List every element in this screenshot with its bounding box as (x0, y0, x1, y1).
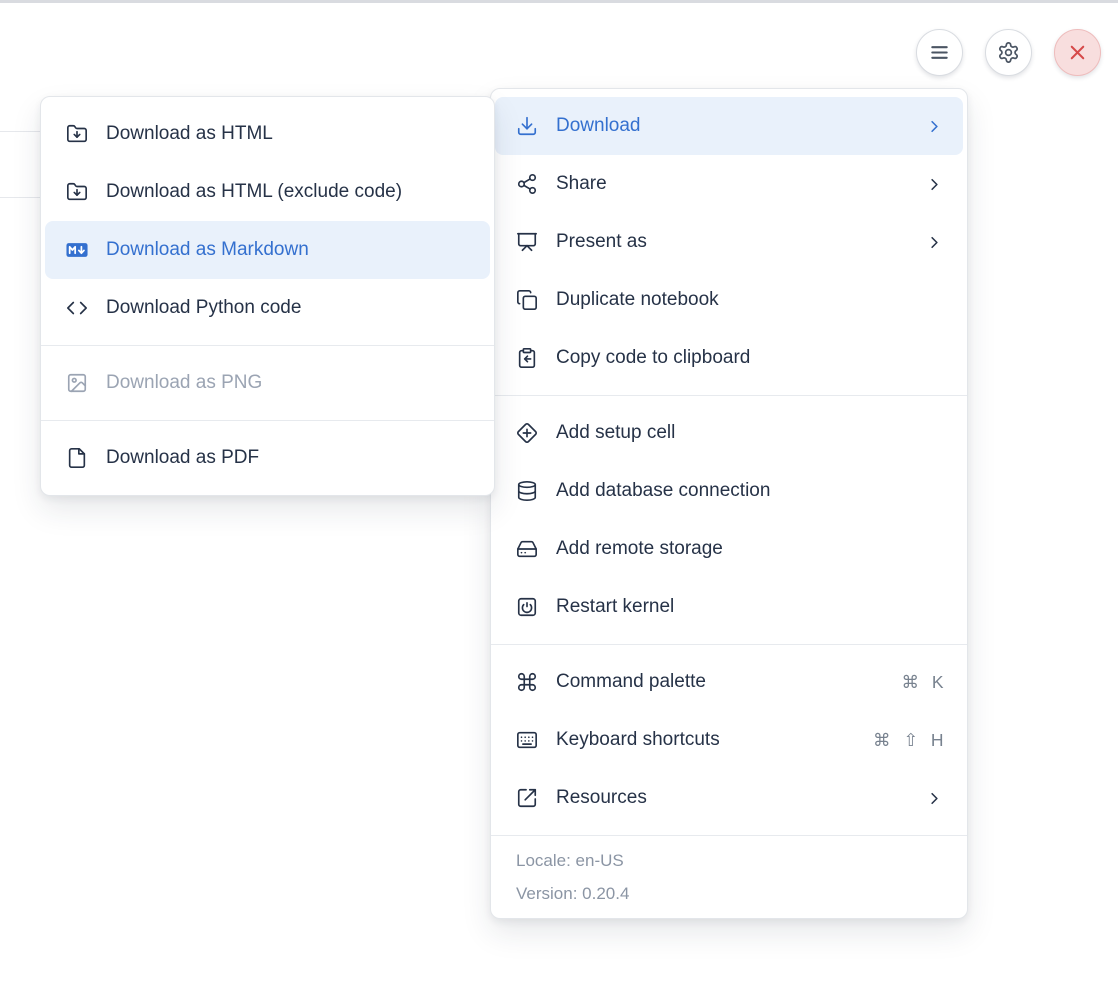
hard-drive-icon (516, 538, 538, 560)
background-cell-border (0, 197, 44, 198)
menu-item-label: Download as PDF (106, 447, 471, 469)
menu-item-present-as[interactable]: Present as (495, 213, 963, 271)
menu-divider (491, 644, 967, 645)
menu-item-copy-code-to-clipboard[interactable]: Copy code to clipboard (495, 329, 963, 387)
presentation-icon (516, 231, 538, 253)
folder-down-icon (66, 123, 88, 145)
command-icon (516, 671, 538, 693)
menu-item-download[interactable]: Download (495, 97, 963, 155)
menu-item-add-remote-storage[interactable]: Add remote storage (495, 520, 963, 578)
share-icon (516, 173, 538, 195)
gear-icon (997, 41, 1020, 64)
menu-divider (41, 345, 494, 346)
menu-item-label: Copy code to clipboard (556, 347, 944, 369)
hamburger-icon (928, 41, 951, 64)
menu-item-label: Add setup cell (556, 422, 944, 444)
shortcut-hint: ⌘ K (901, 672, 944, 693)
menu-item-label: Share (556, 173, 907, 195)
download-icon (516, 115, 538, 137)
chevron-right-icon (925, 117, 944, 136)
folder-down-icon (66, 181, 88, 203)
locale-text: Locale: en-US (516, 844, 942, 877)
menu-item-label: Resources (556, 787, 907, 809)
menu-item-label: Download as HTML (exclude code) (106, 181, 471, 203)
clipboard-copy-icon (516, 347, 538, 369)
menu-item-label: Add remote storage (556, 538, 944, 560)
menu-item-label: Restart kernel (556, 596, 944, 618)
notebook-toolbar (916, 29, 1101, 76)
window-top-border (0, 0, 1118, 3)
menu-item-download-as-pdf[interactable]: Download as PDF (45, 429, 490, 487)
shutdown-button[interactable] (1054, 29, 1101, 76)
menu-item-resources[interactable]: Resources (495, 769, 963, 827)
chevron-right-icon (925, 233, 944, 252)
background-cell-border (0, 131, 44, 132)
menu-item-label: Duplicate notebook (556, 289, 944, 311)
chevron-right-icon (925, 175, 944, 194)
menu-item-keyboard-shortcuts[interactable]: Keyboard shortcuts ⌘ ⇧ H (495, 711, 963, 769)
power-icon (516, 596, 538, 618)
menu-item-label: Download (556, 115, 907, 137)
menu-divider (41, 420, 494, 421)
menu-item-label: Download as HTML (106, 123, 471, 145)
menu-item-download-as-html-exclude-code[interactable]: Download as HTML (exclude code) (45, 163, 490, 221)
menu-item-add-database-connection[interactable]: Add database connection (495, 462, 963, 520)
menu-item-download-as-html[interactable]: Download as HTML (45, 105, 490, 163)
menu-item-duplicate-notebook[interactable]: Duplicate notebook (495, 271, 963, 329)
markdown-icon (66, 239, 88, 261)
menu-item-download-as-png: Download as PNG (45, 354, 490, 412)
menu-item-add-setup-cell[interactable]: Add setup cell (495, 404, 963, 462)
menu-item-download-as-markdown[interactable]: Download as Markdown (45, 221, 490, 279)
menu-item-share[interactable]: Share (495, 155, 963, 213)
menu-item-restart-kernel[interactable]: Restart kernel (495, 578, 963, 636)
menu-item-label: Download as PNG (106, 372, 471, 394)
menu-item-label: Present as (556, 231, 907, 253)
menu-item-command-palette[interactable]: Command palette ⌘ K (495, 653, 963, 711)
menu-footer: Locale: en-USVersion: 0.20.4 (491, 835, 967, 910)
diamond-plus-icon (516, 422, 538, 444)
close-icon (1066, 41, 1089, 64)
menu-item-download-python-code[interactable]: Download Python code (45, 279, 490, 337)
menu-item-label: Keyboard shortcuts (556, 729, 855, 751)
file-icon (66, 447, 88, 469)
settings-button[interactable] (985, 29, 1032, 76)
shortcut-hint: ⌘ ⇧ H (873, 730, 944, 751)
chevron-right-icon (925, 789, 944, 808)
image-icon (66, 372, 88, 394)
code-icon (66, 297, 88, 319)
version-text: Version: 0.20.4 (516, 877, 942, 910)
keyboard-icon (516, 729, 538, 751)
copy-icon (516, 289, 538, 311)
notebook-actions-menu: Download Share Present as Duplicate noteboo… (490, 88, 968, 919)
notebook-menu-button[interactable] (916, 29, 963, 76)
external-link-icon (516, 787, 538, 809)
download-submenu: Download as HTML Download as HTML (exclud… (40, 96, 495, 496)
menu-divider (491, 395, 967, 396)
menu-item-label: Download as Markdown (106, 239, 471, 261)
menu-item-label: Command palette (556, 671, 883, 693)
menu-item-label: Add database connection (556, 480, 944, 502)
database-icon (516, 480, 538, 502)
menu-item-label: Download Python code (106, 297, 471, 319)
